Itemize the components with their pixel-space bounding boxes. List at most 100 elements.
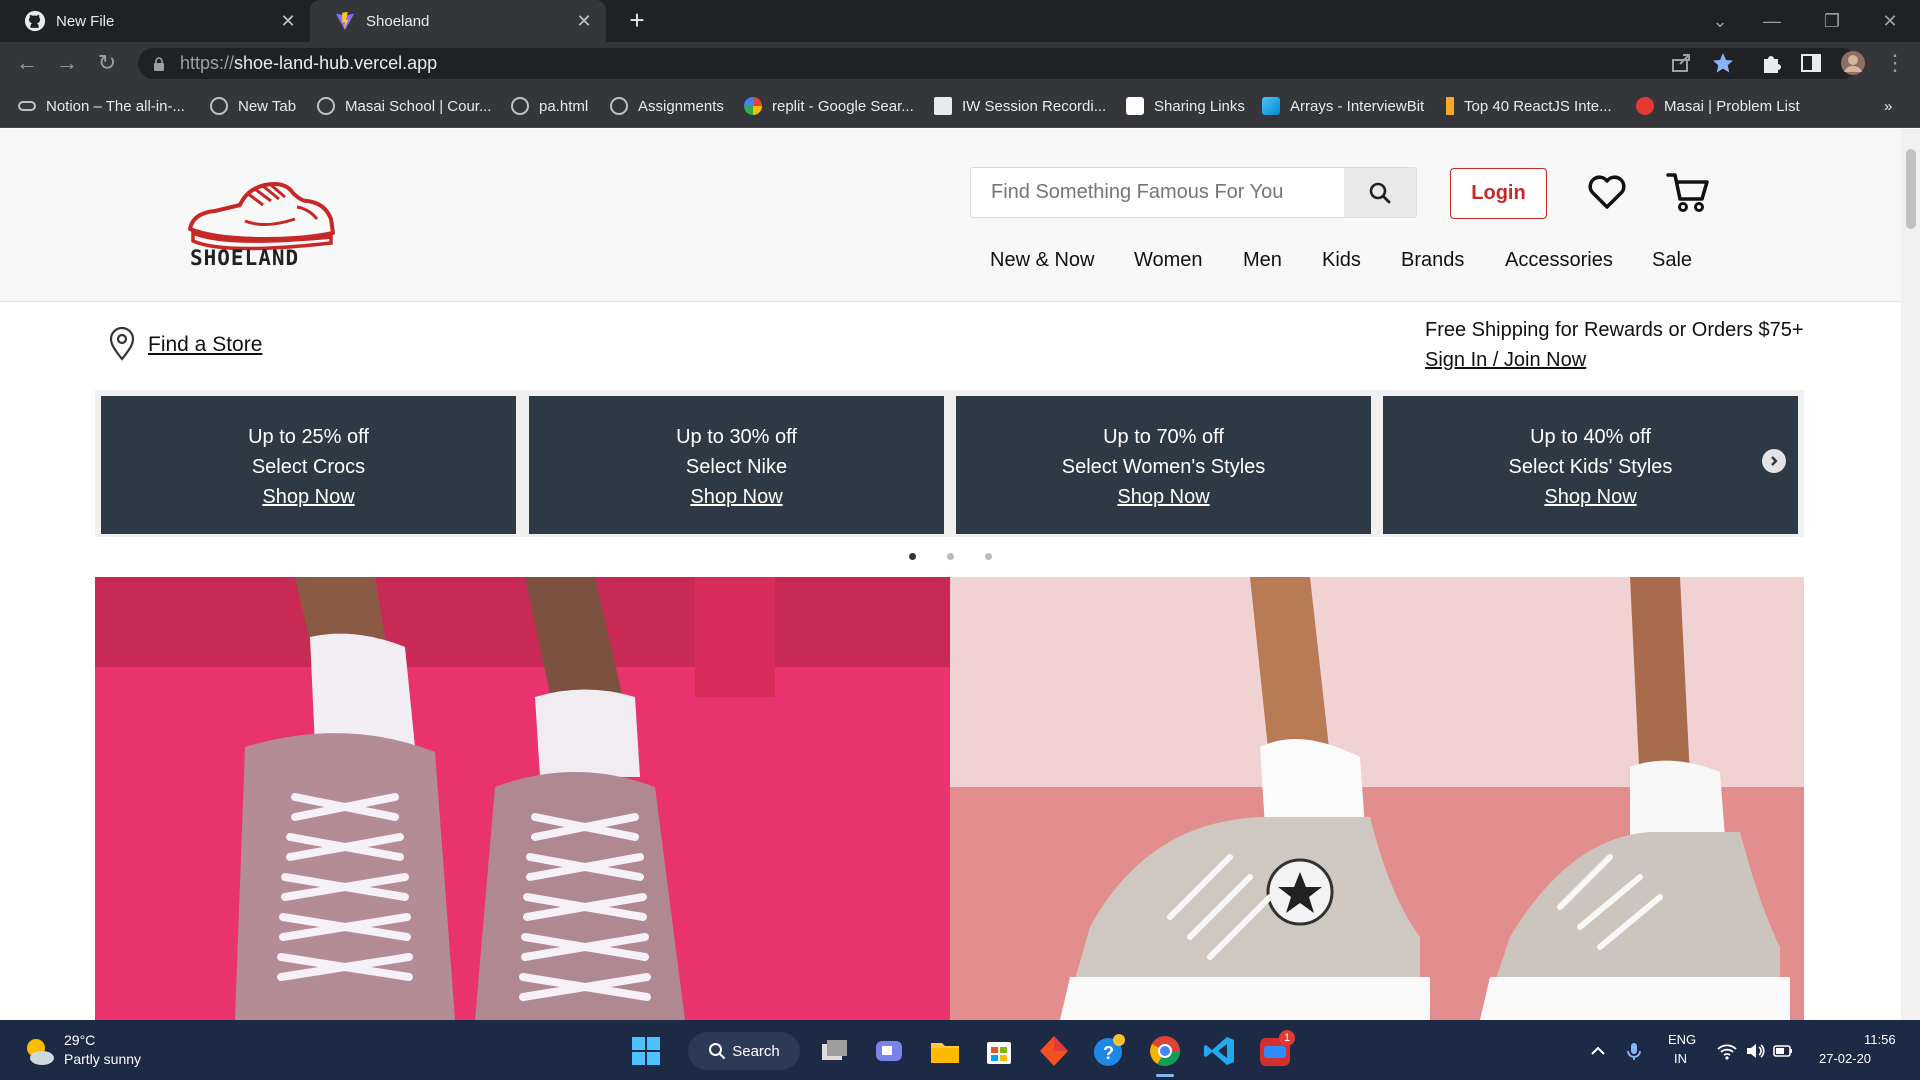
tab-title: Shoeland [366,12,430,30]
tab-search-icon[interactable]: ⌄ [1700,6,1740,36]
bookmark-item[interactable]: Sharing Links [1126,95,1245,117]
shop-now-link[interactable]: Shop Now [1383,482,1798,512]
search-button[interactable] [1344,168,1416,217]
tab-title: New File [56,12,115,30]
store-info-bar: Find a Store Free Shipping for Rewards o… [0,317,1901,377]
nav-item-brands[interactable]: Brands [1401,249,1464,272]
bookmark-item[interactable]: Assignments [610,95,724,117]
hero-image-left[interactable] [95,577,950,1020]
task-view-icon[interactable] [816,1032,854,1070]
globe-icon [317,97,335,115]
google-icon [744,97,762,115]
shop-now-link[interactable]: Shop Now [956,482,1371,512]
volume-icon[interactable] [1744,1040,1766,1062]
bookmarks-overflow-button[interactable]: » [1884,95,1892,117]
browser-tab-strip: New File ✕ Shoeland ✕ + ⌄ — ❐ ✕ [0,0,1920,42]
browser-toolbar: ← → ↻ https://shoe-land-hub.vercel.app ⋮ [0,42,1920,84]
promo-card[interactable]: Up to 30% off Select Nike Shop Now [529,396,944,534]
bookmark-item[interactable]: Notion – The all-in-... [18,95,185,117]
wishlist-heart-icon[interactable] [1586,171,1628,213]
side-panel-icon[interactable] [1798,50,1824,76]
carousel-dot[interactable] [985,553,992,560]
page-scrollbar[interactable] [1901,129,1920,1020]
new-tab-button[interactable]: + [622,6,652,36]
weather-description: Partly sunny [64,1051,142,1067]
doc-icon [934,97,952,115]
bookmark-item[interactable]: Arrays - InterviewBit [1262,95,1424,117]
login-button[interactable]: Login [1450,168,1547,219]
share-icon[interactable] [1668,50,1694,76]
search-input[interactable] [971,168,1344,217]
teams-chat-icon[interactable] [870,1032,908,1070]
nav-item-men[interactable]: Men [1243,249,1282,272]
partly-sunny-icon[interactable] [22,1034,56,1068]
reload-icon[interactable]: ↻ [92,48,122,78]
shopping-cart-icon[interactable] [1665,169,1711,215]
masai-icon [1636,97,1654,115]
region-indicator: IN [1674,1051,1687,1066]
bookmark-item[interactable]: Top 40 ReactJS Inte... [1446,95,1612,117]
hero-image-right[interactable] [950,577,1804,1020]
browser-tab-active[interactable]: Shoeland ✕ [310,0,606,42]
find-a-store-link[interactable]: Find a Store [148,333,262,357]
promo-card[interactable]: Up to 25% off Select Crocs Shop Now [101,396,516,534]
bookmark-item[interactable]: Masai | Problem List [1636,95,1800,117]
promo-carousel: Up to 25% off Select Crocs Shop Now Up t… [95,390,1804,537]
main-nav: New & Now Women Men Kids Brands Accessor… [0,249,1901,279]
close-tab-icon[interactable]: ✕ [278,11,298,32]
back-arrow-icon[interactable]: ← [12,48,42,78]
restore-window-icon[interactable]: ❐ [1812,6,1852,36]
nav-item-accessories[interactable]: Accessories [1505,249,1613,272]
close-tab-icon[interactable]: ✕ [574,11,594,32]
nav-item-sale[interactable]: Sale [1652,249,1692,272]
scrollbar-thumb[interactable] [1906,149,1916,229]
nav-item-kids[interactable]: Kids [1322,249,1361,272]
close-window-icon[interactable]: ✕ [1870,6,1910,36]
profile-avatar[interactable] [1840,50,1866,76]
nav-item-new-now[interactable]: New & Now [990,249,1094,272]
extensions-icon[interactable] [1758,50,1784,76]
zoom-notification-badge: 1 [1279,1030,1295,1046]
minimize-window-icon[interactable]: — [1752,6,1792,36]
clock-time[interactable]: 11:56 [1864,1032,1896,1047]
address-bar[interactable]: https://shoe-land-hub.vercel.app [138,48,1858,79]
bookmark-star-icon[interactable] [1710,50,1736,76]
carousel-dot[interactable] [947,553,954,560]
carousel-next-button[interactable] [1762,449,1786,473]
bookmark-item[interactable]: New Tab [210,95,296,117]
bookmark-item[interactable]: Masai School | Cour... [317,95,491,117]
chrome-menu-icon[interactable]: ⋮ [1880,48,1910,78]
search-icon [1369,182,1391,203]
active-app-indicator [1156,1074,1174,1077]
app-red-icon[interactable] [1035,1032,1073,1070]
clock-date[interactable]: 27-02-20 [1819,1051,1871,1066]
windows-taskbar: 29°C Partly sunny Search ? 1 ENG IN 11:5… [0,1020,1920,1080]
microphone-icon[interactable] [1623,1040,1645,1062]
nav-item-women[interactable]: Women [1134,249,1203,272]
shop-now-link[interactable]: Shop Now [529,482,944,512]
forward-arrow-icon[interactable]: → [52,48,82,78]
show-hidden-icons-chevron[interactable] [1587,1040,1609,1062]
promo-card[interactable]: Up to 40% off Select Kids' Styles Shop N… [1383,396,1798,534]
bookmark-item[interactable]: IW Session Recordi... [934,95,1106,117]
bookmark-item[interactable]: pa.html [511,95,588,117]
browser-tab[interactable]: New File ✕ [0,0,310,42]
battery-icon[interactable] [1772,1040,1794,1062]
sign-in-join-link[interactable]: Sign In / Join Now [1425,349,1586,372]
file-explorer-icon[interactable] [926,1032,964,1070]
ms-store-icon[interactable] [980,1032,1018,1070]
page-viewport: SHOELAND Login New & Now Women Men Kids … [0,129,1901,1020]
start-icon[interactable] [627,1032,665,1070]
promo-card[interactable]: Up to 70% off Select Women's Styles Shop… [956,396,1371,534]
vscode-icon[interactable] [1200,1032,1238,1070]
taskbar-search-button[interactable]: Search [688,1032,800,1070]
help-icon[interactable]: ? [1090,1032,1128,1070]
wifi-icon[interactable] [1716,1040,1738,1062]
bookmark-item[interactable]: replit - Google Sear... [744,95,914,117]
shop-now-link[interactable]: Shop Now [101,482,516,512]
carousel-dot[interactable] [909,553,916,560]
chrome-icon[interactable] [1146,1032,1184,1070]
notion-icon [1126,97,1144,115]
language-indicator[interactable]: ENG [1668,1032,1696,1047]
search-icon [709,1043,726,1060]
